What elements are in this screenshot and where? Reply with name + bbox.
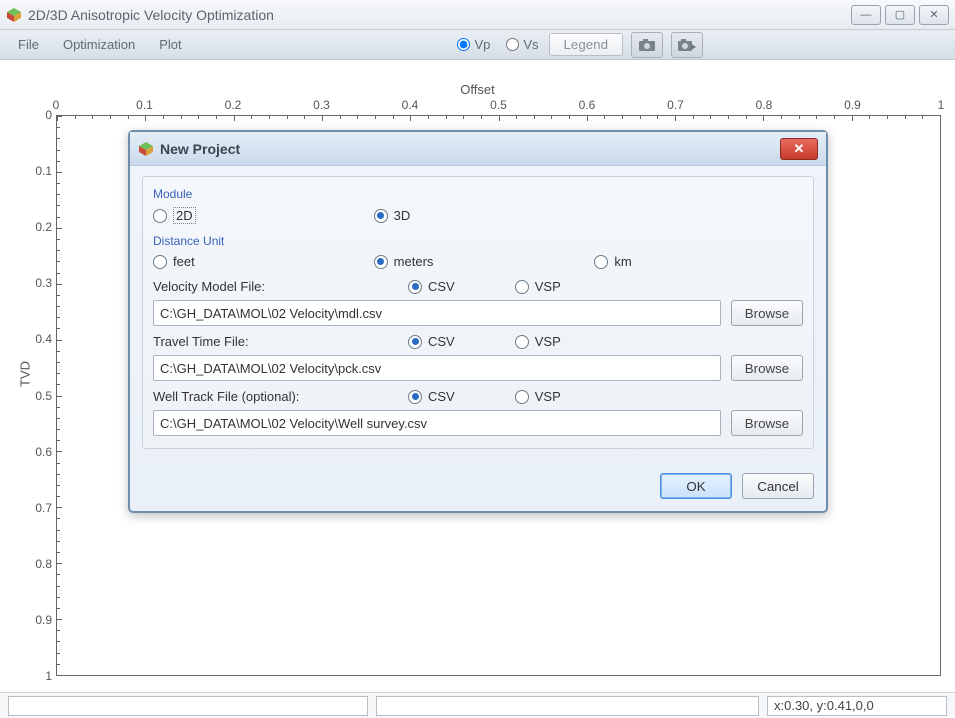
titlebar: 2D/3D Anisotropic Velocity Optimization … [0,0,955,30]
traveltime-file-input[interactable] [153,355,721,381]
camera-icon [638,38,656,52]
camera-play-button[interactable] [671,32,703,58]
dialog-close-icon: ✕ [794,141,805,157]
status-coord: x:0.30, y:0.41,0,0 [767,696,947,716]
close-icon: ✕ [929,8,938,21]
dialog-icon [138,141,154,157]
traveltime-file-label: Travel Time File: [153,334,408,349]
radio-km[interactable]: km [594,254,803,269]
y-tick: 0.3 [24,276,52,290]
x-tick: 0.8 [756,98,773,112]
radio-2d-label: 2D [173,207,196,224]
x-tick: 0.2 [225,98,242,112]
camera-play-icon [677,38,697,52]
menu-file[interactable]: File [8,33,49,56]
statusbar: x:0.30, y:0.41,0,0 [0,692,955,718]
radio-feet-indicator [153,255,167,269]
well-fmt-vsp[interactable]: VSP [515,389,561,404]
menu-optimization[interactable]: Optimization [53,33,145,56]
x-ticks: 00.10.20.30.40.50.60.70.80.91 [56,98,941,114]
x-tick: 0.3 [313,98,330,112]
y-tick: 0.4 [24,332,52,346]
cancel-button[interactable]: Cancel [742,473,814,499]
unit-group-label: Distance Unit [153,234,803,248]
radio-vs-label: Vs [523,37,538,52]
close-button[interactable]: ✕ [919,5,949,25]
radio-2d[interactable]: 2D [153,207,362,224]
vel-fmt-vsp[interactable]: VSP [515,279,561,294]
x-tick: 0.4 [402,98,419,112]
y-tick: 0.2 [24,220,52,234]
x-tick: 0.7 [667,98,684,112]
y-tick: 0.6 [24,445,52,459]
minimize-icon: — [861,9,872,21]
well-fmt-csv[interactable]: CSV [408,389,455,404]
y-tick: 0.9 [24,613,52,627]
x-axis-label: Offset [0,82,955,97]
velocity-file-label: Velocity Model File: [153,279,408,294]
ok-button[interactable]: OK [660,473,732,499]
radio-3d[interactable]: 3D [374,207,583,224]
x-tick: 0.9 [844,98,861,112]
menubar: File Optimization Plot Vp Vs Legend [0,30,955,60]
welltrack-file-input[interactable] [153,410,721,436]
legend-button[interactable]: Legend [549,33,623,56]
radio-vp[interactable]: Vp [457,37,490,52]
x-tick: 1 [938,98,945,112]
radio-feet-label: feet [173,254,195,269]
y-tick: 0 [24,108,52,122]
x-tick: 0.1 [136,98,153,112]
radio-km-label: km [614,254,631,269]
y-tick: 0.5 [24,389,52,403]
traveltime-browse-button[interactable]: Browse [731,355,803,381]
maximize-icon: ▢ [895,8,905,21]
x-tick: 0.5 [490,98,507,112]
y-tick: 0.7 [24,501,52,515]
maximize-button[interactable]: ▢ [885,5,915,25]
x-tick: 0 [53,98,60,112]
welltrack-browse-button[interactable]: Browse [731,410,803,436]
radio-vs[interactable]: Vs [506,37,538,52]
vel-fmt-csv[interactable]: CSV [408,279,455,294]
tt-fmt-csv[interactable]: CSV [408,334,455,349]
dialog-close-button[interactable]: ✕ [780,138,818,160]
radio-feet[interactable]: feet [153,254,362,269]
camera-button[interactable] [631,32,663,58]
velocity-file-input[interactable] [153,300,721,326]
x-tick: 0.6 [579,98,596,112]
velocity-browse-button[interactable]: Browse [731,300,803,326]
radio-3d-label: 3D [394,208,411,223]
radio-vp-label: Vp [474,37,490,52]
dialog-titlebar[interactable]: New Project ✕ [130,132,826,166]
new-project-dialog: New Project ✕ Module 2D 3D Distance Unit [128,130,828,513]
module-group-label: Module [153,187,803,201]
radio-meters-label: meters [394,254,434,269]
dialog-title: New Project [160,141,780,157]
radio-km-indicator [594,255,608,269]
welltrack-file-label: Well Track File (optional): [153,389,408,404]
y-ticks: 00.10.20.30.40.50.60.70.80.91 [24,115,52,676]
y-tick: 0.1 [24,164,52,178]
radio-vs-input[interactable] [506,38,519,51]
window-title: 2D/3D Anisotropic Velocity Optimization [28,7,851,23]
radio-meters-indicator [374,255,388,269]
y-tick: 0.8 [24,557,52,571]
radio-2d-indicator [153,209,167,223]
radio-3d-indicator [374,209,388,223]
app-icon [6,7,22,23]
radio-meters[interactable]: meters [374,254,583,269]
minimize-button[interactable]: — [851,5,881,25]
menu-plot[interactable]: Plot [149,33,191,56]
y-tick: 1 [24,669,52,683]
radio-vp-input[interactable] [457,38,470,51]
status-box-1 [8,696,368,716]
status-box-2 [376,696,759,716]
tt-fmt-vsp[interactable]: VSP [515,334,561,349]
